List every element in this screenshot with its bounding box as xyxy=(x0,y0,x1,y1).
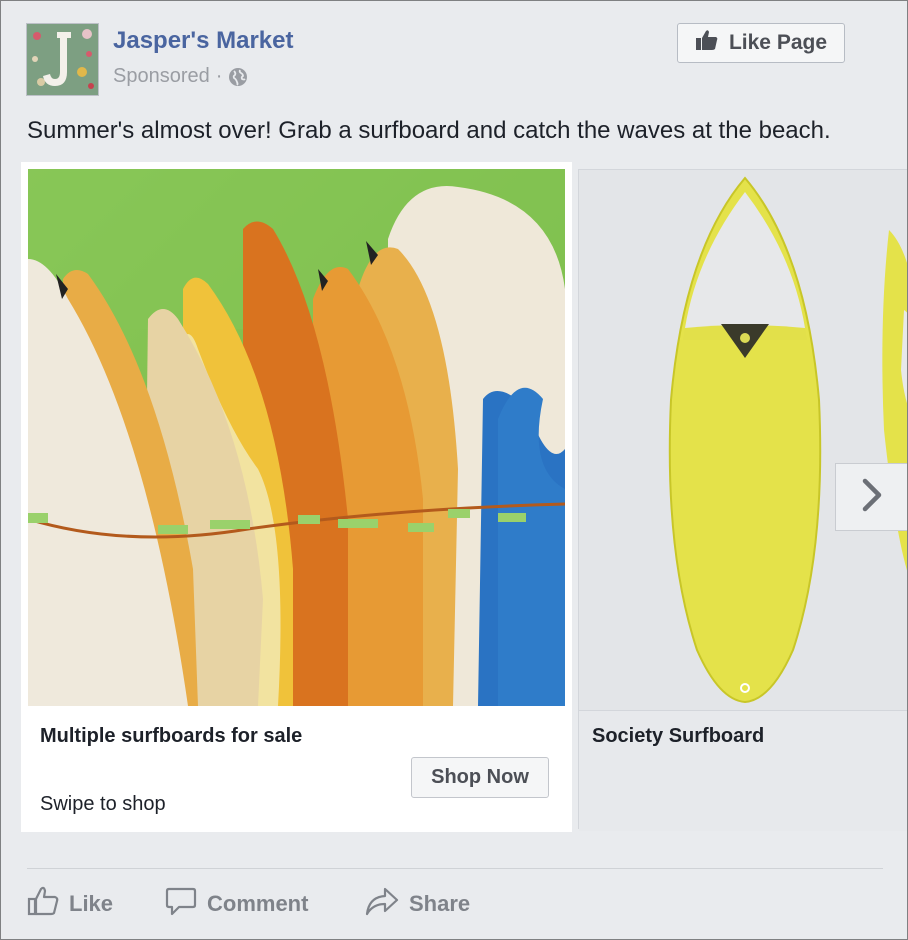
carousel-card-1[interactable]: Multiple surfboards for sale Swipe to sh… xyxy=(21,162,572,832)
chevron-right-icon xyxy=(859,477,885,518)
card-1-title: Multiple surfboards for sale xyxy=(40,725,303,747)
carousel-next-button[interactable] xyxy=(835,463,907,531)
comment-action[interactable]: Comment xyxy=(165,885,308,923)
meta-separator: · xyxy=(215,65,223,87)
sponsored-label: Sponsored xyxy=(113,65,210,87)
card-1-description: Swipe to shop xyxy=(40,793,166,815)
comment-icon xyxy=(165,885,197,923)
actions-divider xyxy=(27,868,883,869)
share-icon xyxy=(365,885,399,923)
globe-icon[interactable] xyxy=(228,67,248,87)
card-2-footer: Society Surfboard xyxy=(579,710,907,831)
like-label: Like xyxy=(69,891,114,916)
surfboards-rack-image[interactable] xyxy=(28,169,565,706)
like-page-label: Like Page xyxy=(728,31,828,54)
post-message: Summer's almost over! Grab a surfboard a… xyxy=(27,117,831,144)
comment-label: Comment xyxy=(207,891,309,916)
share-label: Share xyxy=(409,891,471,916)
like-action[interactable]: Like xyxy=(27,885,113,923)
like-page-button[interactable]: Like Page xyxy=(677,23,845,63)
post-meta: Sponsored · xyxy=(113,65,248,88)
thumbs-up-icon xyxy=(695,28,719,58)
shop-now-button[interactable]: Shop Now xyxy=(411,757,549,798)
thumbs-up-icon xyxy=(27,885,59,923)
page-avatar[interactable]: J xyxy=(26,23,99,96)
society-surfboard-image[interactable] xyxy=(579,170,907,710)
page-name-link[interactable]: Jasper's Market xyxy=(113,27,293,55)
sponsored-post: J Jasper's Market Sponsored · Like Page … xyxy=(0,0,908,940)
avatar-logo xyxy=(27,24,98,95)
card-2-title: Society Surfboard xyxy=(592,725,765,747)
share-action[interactable]: Share xyxy=(365,885,470,923)
